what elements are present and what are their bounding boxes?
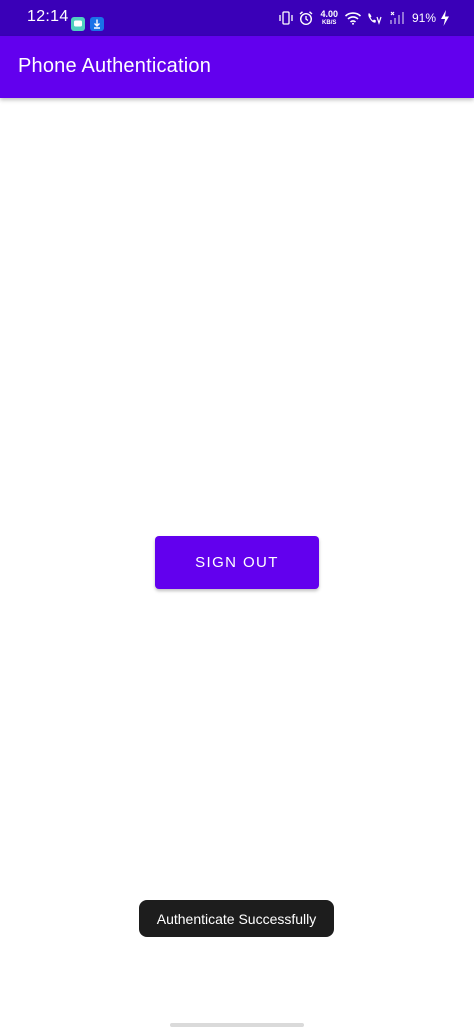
alarm-icon — [298, 10, 314, 26]
app-bar: Phone Authentication — [0, 36, 474, 98]
status-icons: 4.00 KB/S 91% — [278, 6, 450, 30]
signal-icon — [388, 11, 404, 25]
toast-text: Authenticate Successfully — [156, 910, 317, 927]
chat-notification-icon — [71, 17, 85, 31]
status-bar: 12:14 4.00 KB/S 91% — [0, 0, 474, 36]
download-notification-icon — [90, 17, 104, 31]
network-speed-value: 4.00 — [320, 9, 338, 19]
vibrate-icon — [278, 11, 294, 25]
network-speed: 4.00 KB/S — [320, 9, 338, 27]
gesture-nav-handle[interactable] — [170, 1023, 304, 1027]
status-time: 12:14 — [27, 8, 69, 25]
battery-percent: 91% — [411, 11, 436, 25]
volte-call-icon — [366, 11, 384, 25]
wifi-icon — [344, 11, 362, 25]
sign-out-button[interactable]: SIGN OUT — [155, 536, 319, 589]
network-speed-unit: KB/S — [322, 20, 337, 26]
app-title: Phone Authentication — [18, 55, 212, 77]
toast-message: Authenticate Successfully — [139, 900, 334, 937]
battery-charging-icon — [440, 10, 450, 26]
